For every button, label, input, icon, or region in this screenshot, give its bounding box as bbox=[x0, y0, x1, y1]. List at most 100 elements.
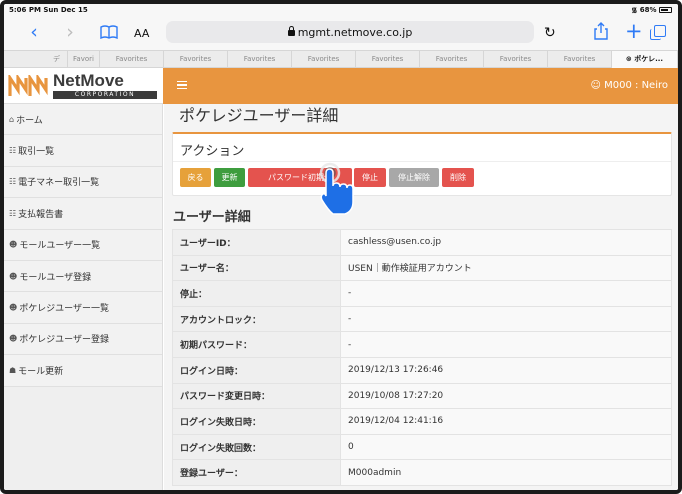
table-row: アカウントロック： - bbox=[172, 305, 672, 333]
table-row: 初期パスワード： - bbox=[172, 331, 672, 358]
stop-button[interactable]: 停止 bbox=[354, 168, 386, 187]
back-button[interactable]: 戻る bbox=[180, 168, 211, 187]
sidebar: ⌂ ホーム ☷ 取引一覧 ☷ 電子マネー取引一覧 ☷ 支払報告書 ☻ モールユー… bbox=[4, 104, 163, 490]
sidebar-item-label: 取引一覧 bbox=[18, 147, 55, 158]
favorites-bar: デ Favori Favorites Favorites Favorites F… bbox=[4, 50, 678, 68]
favorite-item[interactable]: Favorites bbox=[484, 51, 548, 68]
status-indicators: ᯾ 68% bbox=[631, 6, 672, 15]
detail-label: ログイン失敗日時： bbox=[172, 408, 341, 435]
detail-value: - bbox=[340, 331, 672, 358]
table-row: 登録ユーザー： M000admin bbox=[172, 459, 672, 486]
document-icon: ☷ bbox=[9, 177, 17, 187]
wifi-icon: ᯾ bbox=[631, 6, 638, 14]
share-icon[interactable] bbox=[594, 22, 608, 44]
lock-icon bbox=[287, 26, 295, 36]
sidebar-item-transactions[interactable]: ☷ 取引一覧 bbox=[4, 135, 162, 167]
sidebar-item-label: 支払報告書 bbox=[18, 209, 64, 220]
sidebar-item-label: ホーム bbox=[16, 115, 43, 126]
sidebar-item-label: モール更新 bbox=[18, 366, 64, 377]
address-bar[interactable]: mgmt.netmove.co.jp bbox=[166, 21, 534, 43]
sidebar-item-mall-update[interactable]: ☗ モール更新 bbox=[4, 355, 162, 387]
page-title: ポケレジユーザー詳細 bbox=[179, 106, 339, 125]
sidebar-item-label: モールユーザ登録 bbox=[19, 272, 92, 283]
active-tab-label: ポケレ... bbox=[634, 55, 664, 63]
logo[interactable]: NetMove CORPORATION bbox=[4, 68, 163, 104]
favorite-item[interactable]: Favorites bbox=[100, 51, 164, 68]
text-size-button[interactable]: AA bbox=[134, 27, 149, 40]
table-row: 停止： - bbox=[172, 280, 672, 307]
user-icon: ☻ bbox=[9, 240, 18, 250]
close-tab-icon[interactable]: ⊗ bbox=[626, 55, 632, 63]
main-content: ポケレジユーザー詳細 アクション 戻る 更新 パスワード初期化 停止 停止解除 … bbox=[164, 104, 678, 490]
sidebar-item-home[interactable]: ⌂ ホーム bbox=[4, 104, 162, 136]
divider bbox=[173, 161, 671, 162]
active-tab[interactable]: ⊗ ポケレ... bbox=[612, 51, 678, 68]
bookmarks-icon[interactable] bbox=[99, 20, 119, 44]
battery-percent: 68% bbox=[639, 6, 657, 14]
detail-label: ログイン失敗回数： bbox=[172, 433, 341, 461]
reload-icon[interactable]: ↻ bbox=[544, 25, 556, 41]
menu-toggle-icon[interactable] bbox=[177, 81, 187, 89]
detail-value: USEN｜動作検証用アカウント bbox=[340, 254, 672, 282]
detail-value: 0 bbox=[340, 433, 672, 461]
favorite-item[interactable]: Favorites bbox=[228, 51, 292, 68]
url-text: mgmt.netmove.co.jp bbox=[297, 26, 413, 39]
app-header: NetMove CORPORATION ☺ M000 : Neiro bbox=[4, 68, 678, 104]
detail-value: M000admin bbox=[340, 459, 672, 486]
back-arrow-icon[interactable]: ‹ bbox=[26, 20, 42, 44]
sidebar-item-mall-users[interactable]: ☻ モールユーザー一覧 bbox=[4, 229, 162, 261]
favorite-item[interactable]: Favori bbox=[68, 51, 100, 68]
favorite-item[interactable]: Favorites bbox=[292, 51, 356, 68]
favorite-item[interactable]: デ bbox=[46, 51, 68, 68]
sidebar-item-label: モールユーザー一覧 bbox=[19, 241, 101, 252]
sidebar-item-emoney-transactions[interactable]: ☷ 電子マネー取引一覧 bbox=[4, 166, 162, 199]
table-row: パスワード変更日時： 2019/10/08 17:27:20 bbox=[172, 382, 672, 410]
table-row: ログイン失敗回数： 0 bbox=[172, 433, 672, 461]
favorite-item[interactable]: Favorites bbox=[164, 51, 228, 68]
detail-label: パスワード変更日時： bbox=[172, 382, 341, 410]
update-button[interactable]: 更新 bbox=[214, 168, 245, 187]
sidebar-item-pokereji-user-register[interactable]: ☻ ポケレジユーザー登録 bbox=[4, 323, 162, 356]
sidebar-item-label: ポケレジユーザー登録 bbox=[19, 335, 109, 346]
detail-value: cashless@usen.co.jp bbox=[340, 229, 672, 256]
favorite-item[interactable]: Favorites bbox=[420, 51, 484, 68]
user-label: M000 : Neiro bbox=[604, 80, 668, 91]
forward-arrow-icon[interactable]: › bbox=[62, 20, 78, 44]
document-icon: ☷ bbox=[9, 146, 17, 156]
browser-toolbar: ‹ › AA mgmt.netmove.co.jp ↻ + bbox=[4, 16, 678, 50]
users-icon: ☻ bbox=[9, 303, 18, 313]
table-row: ユーザーID： cashless@usen.co.jp bbox=[172, 229, 672, 256]
detail-value: 2019/12/04 12:41:16 bbox=[340, 408, 672, 435]
book-icon bbox=[100, 25, 118, 39]
user-menu[interactable]: ☺ M000 : Neiro bbox=[591, 80, 669, 91]
header-bar: ☺ M000 : Neiro bbox=[163, 68, 678, 104]
share-glyph bbox=[594, 22, 608, 40]
detail-label: 初期パスワード： bbox=[172, 331, 341, 358]
detail-value: - bbox=[340, 280, 672, 307]
favorite-item[interactable]: Favorites bbox=[356, 51, 420, 68]
tap-hand-icon bbox=[319, 162, 354, 215]
detail-label: ユーザー名： bbox=[172, 254, 341, 282]
unstop-button[interactable]: 停止解除 bbox=[389, 168, 439, 187]
table-row: ログイン日時： 2019/12/13 17:26:46 bbox=[172, 356, 672, 384]
sidebar-item-pokereji-users[interactable]: ☻ ポケレジユーザー一覧 bbox=[4, 292, 162, 324]
tabs-overview-icon[interactable] bbox=[650, 25, 666, 40]
table-row: ユーザー名： USEN｜動作検証用アカウント bbox=[172, 254, 672, 282]
sidebar-item-payment-report[interactable]: ☷ 支払報告書 bbox=[4, 198, 162, 230]
logo-subtitle: CORPORATION bbox=[53, 91, 157, 99]
detail-label: ユーザーID： bbox=[172, 229, 341, 256]
favorite-item[interactable]: Favorites bbox=[548, 51, 612, 68]
detail-label: 停止： bbox=[172, 280, 341, 307]
detail-label: アカウントロック： bbox=[172, 305, 341, 333]
detail-value: 2019/10/08 17:27:20 bbox=[340, 382, 672, 410]
new-tab-icon[interactable]: + bbox=[625, 19, 643, 43]
ipad-frame: 5:06 PM Sun Dec 15 ᯾ 68% ‹ › AA mgmt.net… bbox=[0, 0, 682, 494]
user-detail-table: ユーザーID： cashless@usen.co.jp ユーザー名： USEN｜動作… bbox=[172, 229, 672, 486]
sidebar-item-mall-user-register[interactable]: ☻ モールユーザ登録 bbox=[4, 260, 162, 293]
user-icon: ☻ bbox=[9, 271, 18, 281]
table-row: ログイン失敗日時： 2019/12/04 12:41:16 bbox=[172, 408, 672, 435]
action-panel: アクション 戻る 更新 パスワード初期化 停止 停止解除 削除 bbox=[172, 132, 672, 196]
users-icon: ☻ bbox=[9, 334, 18, 344]
section-title: ユーザー詳細 bbox=[173, 210, 251, 225]
delete-button[interactable]: 削除 bbox=[442, 168, 474, 187]
